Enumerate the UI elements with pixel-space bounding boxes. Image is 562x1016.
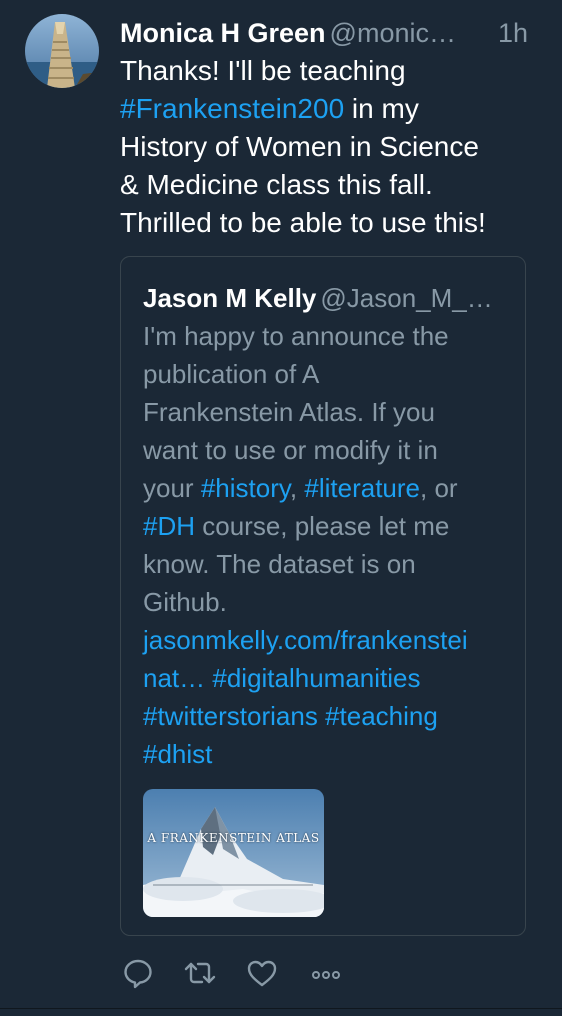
reply-icon — [120, 955, 160, 991]
quoted-text-line: I'm happy to announce the — [143, 321, 449, 351]
text-segment: & Medicine class this fall. — [120, 169, 433, 200]
tweet-text: Thanks! I'll be teaching #Frankenstein20… — [120, 52, 540, 242]
author-handle[interactable]: @monic… — [330, 18, 456, 48]
media-thumbnail[interactable]: A FRANKENSTEIN ATLAS — [143, 789, 324, 917]
tweet[interactable]: Monica H Green @monic… 1h Thanks! I'll be… — [0, 0, 562, 1016]
hashtag-literature[interactable]: #literature — [304, 473, 420, 503]
tweet-text-line: Thanks! I'll be teaching — [120, 52, 540, 90]
quoted-text-line: want to use or modify it in — [143, 435, 438, 465]
quoted-text-line: Github. — [143, 587, 227, 617]
link-url[interactable]: jasonmkelly.com/frankenstei — [143, 621, 513, 659]
tweet-header: Monica H Green @monic… — [120, 15, 540, 51]
text-segment: in my — [344, 93, 419, 124]
quoted-text-line: know. The dataset is on — [143, 549, 416, 579]
quoted-tweet-header: Jason M Kelly @Jason_M_… — [143, 280, 513, 316]
quoted-author-name: Jason M Kelly — [143, 283, 317, 313]
author-name[interactable]: Monica H Green — [120, 18, 326, 48]
heart-icon — [244, 955, 284, 991]
text-segment: course, please let me — [195, 511, 450, 541]
text-segment: Thrilled to be able to use this! — [120, 207, 486, 238]
text-segment: , or — [420, 473, 458, 503]
tweet-text-line: History of Women in Science — [120, 128, 540, 166]
more-icon — [308, 955, 348, 991]
quoted-text-line: publication of A — [143, 359, 320, 389]
quoted-text-line: #DH course, please let me — [143, 507, 513, 545]
text-segment: Thanks! I'll be teaching — [120, 55, 406, 86]
tweet-timestamp[interactable]: 1h — [498, 15, 528, 51]
hashtag-frankenstein200[interactable]: #Frankenstein200 — [120, 93, 344, 124]
text-segment: History of Women in Science — [120, 131, 479, 162]
divider — [0, 1008, 562, 1009]
reply-button[interactable] — [120, 955, 160, 995]
like-button[interactable] — [244, 955, 284, 995]
quoted-tweet-text: I'm happy to announce the publication of… — [143, 317, 513, 773]
retweet-icon — [182, 955, 222, 991]
tweet-text-line: Thrilled to be able to use this! — [120, 204, 540, 242]
quoted-author-handle: @Jason_M_… — [320, 283, 493, 313]
retweet-button[interactable] — [182, 955, 222, 995]
avatar[interactable] — [25, 14, 99, 88]
hashtag-history[interactable]: #history — [201, 473, 290, 503]
link-url-hashtag-digitalhumanities[interactable]: nat… #digitalhumanities — [143, 659, 513, 697]
hashtag-dhist[interactable]: #dhist — [143, 735, 513, 773]
tweet-text-line: & Medicine class this fall. — [120, 166, 540, 204]
quoted-text-line: Frankenstein Atlas. If you — [143, 397, 435, 427]
tweet-text-line: #Frankenstein200 in my — [120, 90, 540, 128]
text-segment: your — [143, 473, 201, 503]
text-segment: , — [289, 473, 305, 503]
quoted-tweet[interactable]: Jason M Kelly @Jason_M_… I'm happy to ann… — [120, 256, 526, 936]
more-button[interactable] — [308, 955, 348, 995]
hashtag-dh[interactable]: #DH — [143, 511, 195, 541]
quoted-text-line: your #history, #literature, or — [143, 469, 513, 507]
tweet-actions — [120, 955, 380, 995]
media-title: A FRANKENSTEIN ATLAS — [147, 831, 320, 845]
hashtag-twitterstorians-teaching[interactable]: #twitterstorians #teaching — [143, 697, 513, 735]
